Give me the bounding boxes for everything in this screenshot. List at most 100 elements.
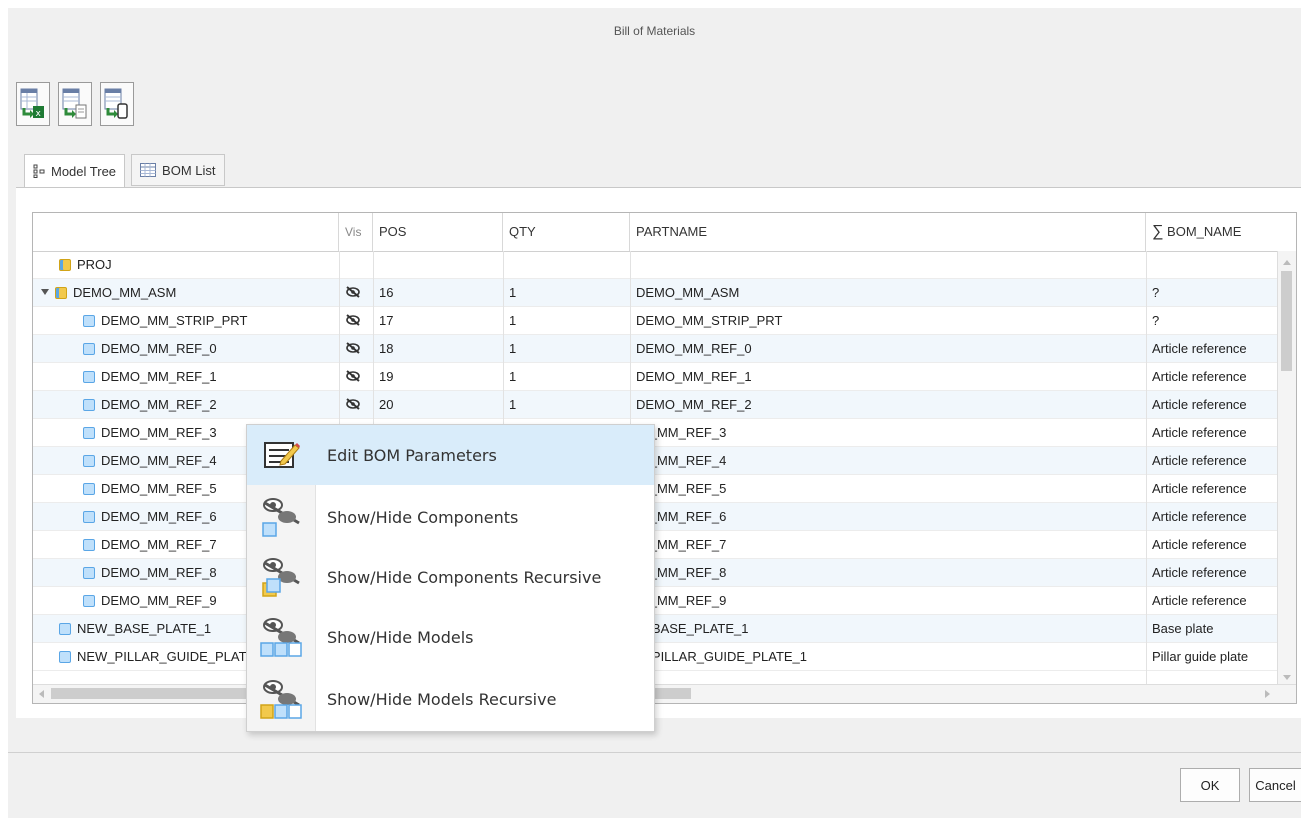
header-partname[interactable]: PARTNAME xyxy=(630,213,1146,251)
cancel-button[interactable]: Cancel xyxy=(1249,768,1301,802)
cell-qty: 1 xyxy=(509,313,517,328)
tab-bom-list-label: BOM List xyxy=(162,162,216,178)
cell-bom-name: Article reference xyxy=(1152,509,1247,524)
cell-qty: 1 xyxy=(509,341,517,356)
visibility-cell[interactable] xyxy=(345,335,367,363)
vertical-scrollbar[interactable] xyxy=(1277,251,1296,687)
tree-node-label: DEMO_MM_STRIP_PRT xyxy=(101,313,248,328)
bom-tree-grid[interactable]: Vis POS QTY PARTNAME ∑ BOM_NAME PROJ DEMO… xyxy=(32,212,1297,704)
show-hide-models-icon xyxy=(260,618,302,657)
part-icon xyxy=(83,539,95,551)
tree-node-label: PROJ xyxy=(77,257,112,272)
tree-node-label: DEMO_MM_ASM xyxy=(73,285,177,300)
scroll-up-icon[interactable] xyxy=(1278,255,1296,269)
cell-bom-name: Base plate xyxy=(1152,621,1214,636)
hidden-eye-icon[interactable] xyxy=(345,370,361,382)
table-row[interactable]: NEW_BASE_PLATE_1 V_BASE_PLATE_1 Base plate xyxy=(33,615,1278,643)
table-row[interactable]: DEMO_MM_REF_4 IO_MM_REF_4 Article referenc… xyxy=(33,447,1278,475)
header-qty[interactable]: QTY xyxy=(503,213,630,251)
tab-model-tree[interactable]: Model Tree xyxy=(24,154,126,188)
title-bar: Bill of Materials xyxy=(8,8,1301,54)
table-row[interactable]: DEMO_MM_REF_6 IO_MM_REF_6 Article referenc… xyxy=(33,503,1278,531)
tree-node[interactable]: DEMO_MM_REF_1 xyxy=(83,363,383,391)
part-icon xyxy=(59,623,71,635)
cell-bom-name: Article reference xyxy=(1152,537,1247,552)
menu-item-show-hide-components-recursive[interactable]: Show/Hide Components Recursive xyxy=(247,547,654,607)
tree-node[interactable]: DEMO_MM_ASM xyxy=(41,279,341,307)
menu-item-label: Show/Hide Components xyxy=(327,507,519,527)
table-row[interactable]: PROJ xyxy=(33,251,1278,279)
cell-pos xyxy=(379,251,499,279)
visibility-cell[interactable] xyxy=(345,279,367,307)
visibility-cell[interactable] xyxy=(345,307,367,335)
cell-bom-name: Article reference xyxy=(1152,369,1247,384)
horizontal-scrollbar[interactable] xyxy=(33,684,1296,703)
hidden-eye-icon[interactable] xyxy=(345,286,361,298)
header-pos[interactable]: POS xyxy=(373,213,503,251)
tree-node-label: DEMO_MM_REF_7 xyxy=(101,537,217,552)
part-icon xyxy=(83,595,95,607)
table-row[interactable]: DEMO_MM_REF_9 IO_MM_REF_9 Article referenc… xyxy=(33,587,1278,615)
export-excel-icon: x xyxy=(20,88,44,119)
ok-button[interactable]: OK xyxy=(1180,768,1240,802)
cell-partname: IO_MM_REF_5 xyxy=(636,481,727,496)
part-icon xyxy=(83,567,95,579)
export-file-button[interactable] xyxy=(58,82,92,126)
col-divider xyxy=(1146,251,1147,685)
menu-item-show-hide-models-recursive[interactable]: Show/Hide Models Recursive xyxy=(247,669,654,729)
table-row[interactable]: DEMO_MM_REF_0 18 1 DEMO_MM_REF_0 Article ref… xyxy=(33,335,1278,363)
cell-bom-name xyxy=(1152,251,1278,279)
menu-item-show-hide-models[interactable]: Show/Hide Models xyxy=(247,607,654,667)
expand-arrow-icon[interactable] xyxy=(41,289,49,295)
tree-node-label: DEMO_MM_REF_4 xyxy=(101,453,217,468)
cell-qty: 1 xyxy=(509,397,517,412)
table-row[interactable]: NEW_PILLAR_GUIDE_PLATE_1 V_PILLAR_GUIDE_P… xyxy=(33,643,1278,671)
header-bom-name-label: BOM_NAME xyxy=(1167,224,1242,239)
header-bom-name[interactable]: ∑ BOM_NAME xyxy=(1146,213,1296,251)
tree-node[interactable]: DEMO_MM_REF_0 xyxy=(83,335,383,363)
cell-bom-name: Article reference xyxy=(1152,593,1247,608)
tree-node[interactable]: DEMO_MM_REF_2 xyxy=(83,391,383,419)
cell-partname: DEMO_MM_REF_2 xyxy=(636,397,752,412)
part-icon xyxy=(83,455,95,467)
table-row[interactable]: DEMO_MM_REF_8 IO_MM_REF_8 Article referenc… xyxy=(33,559,1278,587)
cell-bom-name: Article reference xyxy=(1152,453,1247,468)
cell-partname: IO_MM_REF_4 xyxy=(636,453,727,468)
table-row[interactable]: DEMO_MM_REF_5 IO_MM_REF_5 Article referenc… xyxy=(33,475,1278,503)
table-row[interactable]: DEMO_MM_ASM 16 1 DEMO_MM_ASM? xyxy=(33,279,1278,307)
vertical-scroll-thumb[interactable] xyxy=(1281,271,1292,371)
export-print-button[interactable] xyxy=(100,82,134,126)
menu-item-edit-bom-parameters[interactable]: Edit BOM Parameters xyxy=(247,425,654,485)
tab-bom-list[interactable]: BOM List xyxy=(131,154,225,186)
scroll-left-icon[interactable] xyxy=(35,685,49,703)
cell-qty xyxy=(509,251,627,279)
table-row[interactable]: DEMO_MM_REF_1 19 1 DEMO_MM_REF_1 Article ref… xyxy=(33,363,1278,391)
tree-node[interactable]: DEMO_MM_STRIP_PRT xyxy=(83,307,383,335)
tree-node[interactable]: PROJ xyxy=(59,251,359,279)
header-name[interactable] xyxy=(33,213,339,251)
hidden-eye-icon[interactable] xyxy=(345,398,361,410)
hidden-eye-icon[interactable] xyxy=(345,342,361,354)
table-row[interactable]: DEMO_MM_REF_2 20 1 DEMO_MM_REF_2 Article ref… xyxy=(33,391,1278,419)
visibility-cell[interactable] xyxy=(345,363,367,391)
cell-bom-name: ? xyxy=(1152,313,1160,328)
scroll-down-icon[interactable] xyxy=(1278,671,1296,685)
header-vis[interactable]: Vis xyxy=(339,213,373,251)
tree-node-label: DEMO_MM_REF_9 xyxy=(101,593,217,608)
scroll-right-icon[interactable] xyxy=(1260,685,1274,703)
tree-node-label: DEMO_MM_REF_5 xyxy=(101,481,217,496)
table-row[interactable]: DEMO_MM_REF_3 IO_MM_REF_3 Article referenc… xyxy=(33,419,1278,447)
cell-partname: IO_MM_REF_3 xyxy=(636,425,727,440)
table-row[interactable]: DEMO_MM_STRIP_PRT 17 1 DEMO_MM_STRIP_PRT? xyxy=(33,307,1278,335)
menu-item-show-hide-components[interactable]: Show/Hide Components xyxy=(247,487,654,547)
part-icon xyxy=(83,371,95,383)
table-row[interactable]: DEMO_MM_REF_7 IO_MM_REF_7 Article referenc… xyxy=(33,531,1278,559)
part-icon xyxy=(83,511,95,523)
cell-partname: DEMO_MM_STRIP_PRT xyxy=(636,313,783,328)
cell-partname: IO_MM_REF_6 xyxy=(636,509,727,524)
hidden-eye-icon[interactable] xyxy=(345,314,361,326)
visibility-cell[interactable] xyxy=(345,391,367,419)
show-hide-models-recursive-icon xyxy=(260,680,302,719)
export-excel-button[interactable]: x xyxy=(16,82,50,126)
toolbar: x xyxy=(16,82,134,126)
